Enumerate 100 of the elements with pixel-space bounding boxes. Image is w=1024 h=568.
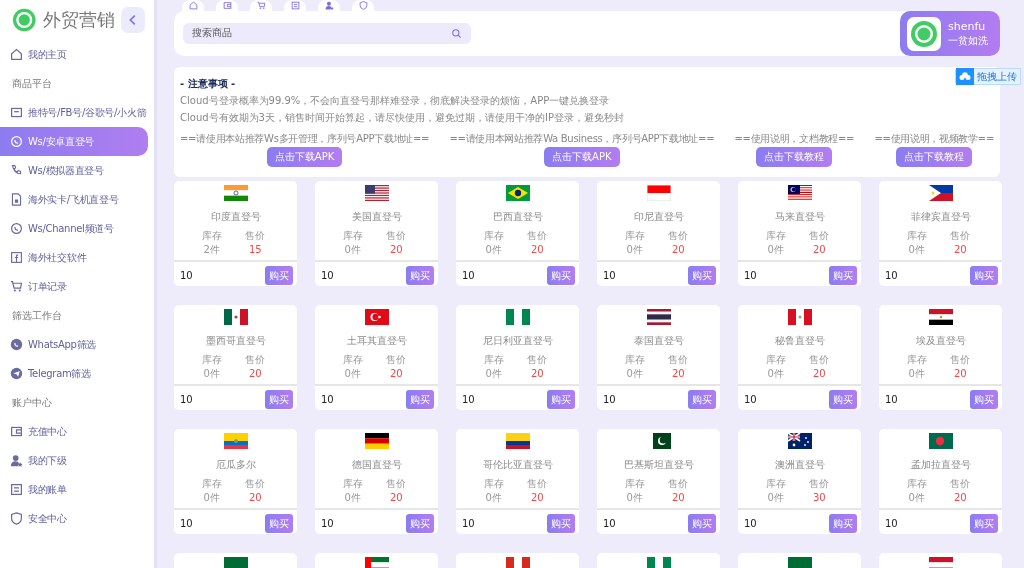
quantity-field[interactable]: 10 (885, 270, 925, 281)
nav-item[interactable]: 海外社交软件 (0, 243, 148, 272)
quantity-field[interactable]: 10 (744, 518, 784, 529)
nav-item[interactable]: 我的主页 (0, 40, 148, 69)
price-value: 20 (529, 367, 545, 380)
quantity-field[interactable]: 10 (603, 394, 643, 405)
quantity-field[interactable]: 10 (603, 270, 643, 281)
price-value: 30 (811, 491, 827, 504)
upload-button[interactable]: 拖拽上传 (955, 68, 1021, 85)
buy-button[interactable]: 购买 (970, 266, 998, 285)
buy-button[interactable]: 购买 (829, 266, 857, 285)
price-value: 20 (670, 491, 686, 504)
stock-label: 库存 (341, 477, 364, 490)
nav-item[interactable]: 海外实卡/飞机直登号 (0, 185, 148, 214)
notice-text: Cloud号有效期为3天，销售时间开始算起，请尽快使用，避免过期，请使用干净的IP登录，避免秒封 (180, 111, 625, 125)
price-label: 售价 (385, 229, 408, 242)
stock-label: 库存 (482, 353, 505, 366)
stock-label: 库存 (482, 229, 505, 242)
stock-value: 0件 (202, 491, 221, 504)
quantity-field[interactable]: 10 (180, 394, 220, 405)
quantity-field[interactable]: 10 (462, 394, 502, 405)
buy-button[interactable]: 购买 (406, 390, 434, 409)
user-name: shenfu (948, 19, 987, 33)
buy-button[interactable]: 购买 (829, 390, 857, 409)
stock-label: 库存 (764, 477, 787, 490)
stock-label: 库存 (623, 353, 646, 366)
price-value: 20 (952, 491, 968, 504)
nav-item[interactable]: 安全中心 (0, 504, 148, 533)
price-label: 售价 (808, 353, 831, 366)
quantity-field[interactable]: 10 (462, 518, 502, 529)
stock-value: 0件 (484, 367, 503, 380)
product-name: 菲律宾直登号 (909, 210, 972, 224)
quantity-field[interactable]: 10 (180, 270, 220, 281)
nav-item[interactable]: WhatsApp筛选 (0, 330, 148, 359)
download-caption: ==请使用本网站推荐Wa Business，序列号APP下载地址== (449, 132, 715, 146)
quantity-field[interactable]: 10 (744, 394, 784, 405)
buy-button[interactable]: 购买 (406, 266, 434, 285)
nav-item[interactable]: Telegram筛选 (0, 359, 148, 388)
buy-button[interactable]: 购买 (265, 514, 293, 533)
price-value: 20 (529, 243, 545, 256)
buy-button[interactable]: 购买 (547, 514, 575, 533)
price-value: 20 (670, 367, 686, 380)
nav-item[interactable]: 推特号/FB号/谷歌号/小火箭 (0, 98, 148, 127)
quantity-field[interactable]: 10 (603, 518, 643, 529)
quantity-field[interactable]: 10 (462, 270, 502, 281)
stock-value: 0件 (625, 243, 644, 256)
price-value: 20 (388, 491, 404, 504)
download-caption: ==请使用本站推荐Ws多开管理，序列号APP下载地址== (180, 132, 430, 146)
nav-item[interactable]: 我的账单 (0, 475, 148, 504)
stock-value: 0件 (907, 491, 926, 504)
stock-label: 库存 (341, 353, 364, 366)
price-value: 20 (952, 367, 968, 380)
product-name: 澳洲直登号 (773, 458, 826, 472)
quantity-field[interactable]: 10 (744, 270, 784, 281)
price-value: 15 (247, 243, 263, 256)
product-name: 马来直登号 (773, 210, 826, 224)
search-placeholder: 搜索商品 (192, 27, 232, 40)
product-name: 土耳其直登号 (345, 334, 408, 348)
nav-item[interactable]: 订单记录 (0, 272, 148, 301)
product-name: 印度直登号 (209, 210, 262, 224)
quantity-field[interactable]: 10 (885, 518, 925, 529)
buy-button[interactable]: 购买 (829, 514, 857, 533)
nav-item[interactable]: Ws/Channel频道号 (0, 214, 148, 243)
stock-value: 0件 (343, 491, 362, 504)
quantity-field[interactable]: 10 (321, 518, 361, 529)
stock-label: 库存 (905, 353, 928, 366)
buy-button[interactable]: 购买 (688, 514, 716, 533)
nav-item[interactable]: 充值中心 (0, 417, 148, 446)
nav-item[interactable]: Ws/模拟器直登号 (0, 156, 148, 185)
product-name: 孟加拉直登号 (909, 458, 972, 472)
buy-button[interactable]: 购买 (970, 514, 998, 533)
price-label: 售价 (526, 353, 549, 366)
price-value: 20 (811, 243, 827, 256)
quantity-field[interactable]: 10 (321, 394, 361, 405)
quantity-field[interactable]: 10 (885, 394, 925, 405)
stock-value: 0件 (625, 491, 644, 504)
search-field[interactable]: 搜索商品 (183, 23, 471, 44)
stock-value: 0件 (907, 243, 926, 256)
buy-button[interactable]: 购买 (265, 390, 293, 409)
stock-label: 库存 (200, 229, 223, 242)
buy-button[interactable]: 购买 (547, 390, 575, 409)
buy-button[interactable]: 购买 (547, 266, 575, 285)
quantity-field[interactable]: 10 (321, 270, 361, 281)
product-name: 秘鲁直登号 (773, 334, 826, 348)
price-value: 20 (811, 367, 827, 380)
product-name: 墨西哥直登号 (204, 334, 267, 348)
buy-button[interactable]: 购买 (688, 390, 716, 409)
buy-button[interactable]: 购买 (406, 514, 434, 533)
download-caption: ==使用说明，文档教程== (734, 132, 855, 146)
price-label: 售价 (385, 477, 408, 490)
quantity-field[interactable]: 10 (180, 518, 220, 529)
stock-label: 库存 (905, 477, 928, 490)
stock-value: 0件 (202, 367, 221, 380)
buy-button[interactable]: 购买 (265, 266, 293, 285)
stock-value: 0件 (766, 243, 785, 256)
buy-button[interactable]: 购买 (970, 390, 998, 409)
download-caption: ==使用说明，视频教学== (874, 132, 994, 146)
nav-item[interactable]: 我的下级 (0, 446, 148, 475)
buy-button[interactable]: 购买 (688, 266, 716, 285)
stock-label: 库存 (764, 353, 787, 366)
